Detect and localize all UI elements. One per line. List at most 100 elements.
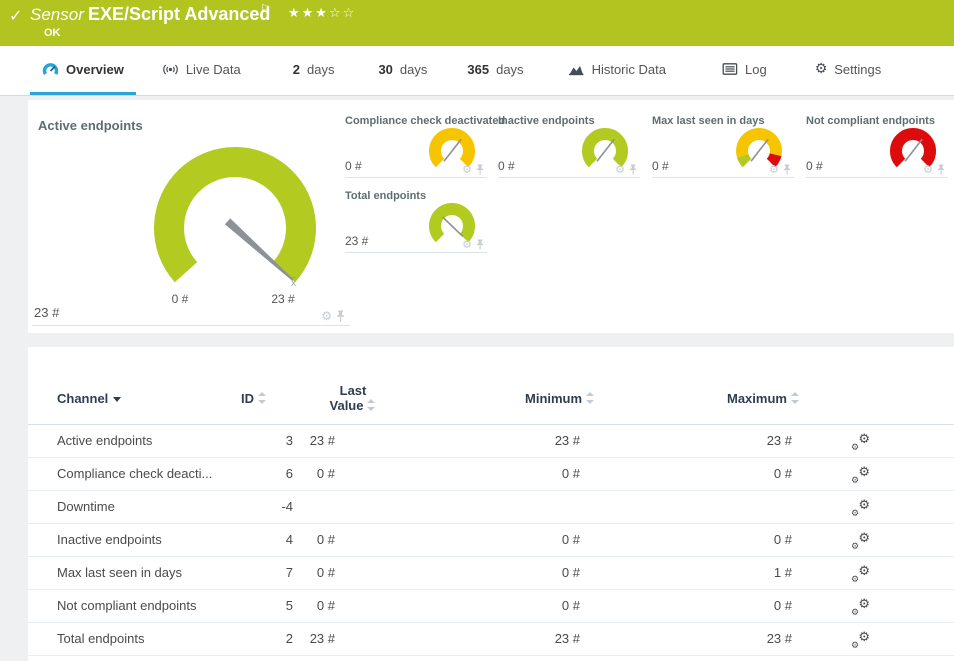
pin-icon[interactable] xyxy=(475,239,485,250)
channel-settings-icon[interactable]: ⚙⚙ xyxy=(851,499,870,519)
tab-label: days xyxy=(496,62,523,77)
flag-icon[interactable]: ⚐ xyxy=(260,2,271,16)
column-label: Maximum xyxy=(727,391,787,406)
channel-name-cell: Max last seen in days xyxy=(57,565,182,580)
gauge-card-compliance-check-deactivated: Compliance check deactivated 0 # ⚙ xyxy=(345,115,487,178)
last-value-cell: 0 # xyxy=(317,598,335,613)
channel-settings-icon[interactable]: ⚙⚙ xyxy=(851,532,870,552)
channel-settings-icon[interactable]: ⚙⚙ xyxy=(851,598,870,618)
pin-icon[interactable] xyxy=(335,310,346,322)
column-header-channel[interactable]: Channel xyxy=(57,391,121,406)
channel-id-cell: 7 xyxy=(286,565,293,580)
tab-label: Settings xyxy=(834,62,881,77)
tab-label: days xyxy=(307,62,334,77)
gauge-scale-max: 23 # xyxy=(253,292,313,306)
ok-check-icon: ✓ xyxy=(9,6,22,26)
column-header-maximum[interactable]: Maximum xyxy=(727,391,800,406)
tab-log[interactable]: Log xyxy=(710,46,779,95)
maximum-cell: 0 # xyxy=(774,466,792,481)
gear-icon: ⚙ xyxy=(858,466,870,479)
table-row: Not compliant endpoints 5 0 # 0 # 0 # ⚙⚙ xyxy=(28,590,954,623)
log-icon xyxy=(722,62,738,76)
tab-number: 30 xyxy=(378,62,392,77)
channel-name-cell: Total endpoints xyxy=(57,631,144,646)
priority-stars[interactable]: ★★★☆☆ xyxy=(288,6,356,21)
last-value-cell: 23 # xyxy=(310,433,335,448)
table-row: Total endpoints 2 23 # 23 # 23 # ⚙⚙ xyxy=(28,623,954,656)
pin-icon[interactable] xyxy=(936,164,946,175)
gauge-value: 23 # xyxy=(34,305,59,320)
column-header-last-value[interactable]: Last Value xyxy=(323,383,383,413)
maximum-cell: 1 # xyxy=(774,565,792,580)
sort-icon[interactable] xyxy=(258,392,267,404)
maximum-cell: 0 # xyxy=(774,532,792,547)
last-value-cell: 0 # xyxy=(317,466,335,481)
sensor-status-bar: ✓ Sensor EXE/Script Advanced ⚐ ★★★☆☆ OK xyxy=(0,0,954,46)
pin-icon[interactable] xyxy=(782,164,792,175)
tab-bar: Overview Live Data 2 days 30 days 365 da… xyxy=(0,46,954,96)
gear-icon[interactable]: ⚙ xyxy=(462,164,472,175)
gear-icon: ⚙ xyxy=(858,433,870,446)
table-row: Inactive endpoints 4 0 # 0 # 0 # ⚙⚙ xyxy=(28,524,954,557)
column-header-id[interactable]: ID xyxy=(241,391,267,406)
channel-name-cell: Compliance check deacti... xyxy=(57,466,212,481)
channel-id-cell: 4 xyxy=(286,532,293,547)
gear-icon[interactable]: ⚙ xyxy=(769,164,779,175)
tab-label: days xyxy=(400,62,427,77)
gear-icon[interactable]: ⚙ xyxy=(615,164,625,175)
tab-365-days[interactable]: 365 days xyxy=(455,46,535,95)
channel-id-cell: 6 xyxy=(286,466,293,481)
tab-2-days[interactable]: 2 days xyxy=(281,46,347,95)
column-header-minimum[interactable]: Minimum xyxy=(525,391,595,406)
column-label: Last Value xyxy=(330,383,367,413)
sort-icon[interactable] xyxy=(791,392,800,404)
gear-icon[interactable]: ⚙ xyxy=(321,310,332,322)
gear-icon: ⚙ xyxy=(858,565,870,578)
sort-icon[interactable] xyxy=(586,392,595,404)
gauge-value: 23 # xyxy=(345,234,368,248)
tab-number: 365 xyxy=(467,62,489,77)
broadcast-icon xyxy=(162,62,179,77)
channels-table: Channel ID Last Value Minimum Maximum Ac… xyxy=(28,347,954,661)
channel-name-cell: Inactive endpoints xyxy=(57,532,162,547)
tab-settings[interactable]: ⚙ Settings xyxy=(803,46,894,95)
tab-overview[interactable]: Overview xyxy=(30,46,136,95)
last-value-cell: 0 # xyxy=(317,532,335,547)
gauge-card-inactive-endpoints: Inactive endpoints 0 # ⚙ xyxy=(498,115,640,178)
pin-icon[interactable] xyxy=(475,164,485,175)
channel-settings-icon[interactable]: ⚙⚙ xyxy=(851,433,870,453)
tab-label: Historic Data xyxy=(592,62,666,77)
minimum-cell: 0 # xyxy=(562,598,580,613)
channel-settings-icon[interactable]: ⚙⚙ xyxy=(851,631,870,651)
gauge-card-total-endpoints: Total endpoints 23 # ⚙ xyxy=(345,190,487,253)
sensor-page: ✓ Sensor EXE/Script Advanced ⚐ ★★★☆☆ OK … xyxy=(0,0,954,661)
last-value-cell: 23 # xyxy=(310,631,335,646)
gear-icon: ⚙ xyxy=(858,631,870,644)
maximum-cell: 23 # xyxy=(767,631,792,646)
gauge-card-not-compliant-endpoints: Not compliant endpoints 0 # ⚙ xyxy=(806,115,948,178)
pin-icon[interactable] xyxy=(628,164,638,175)
gauge-icon xyxy=(42,62,59,77)
column-label: Minimum xyxy=(525,391,582,406)
caret-down-icon xyxy=(113,397,121,402)
gauge-dial xyxy=(140,144,330,296)
gauge-title: Total endpoints xyxy=(345,190,426,202)
gear-icon[interactable]: ⚙ xyxy=(462,239,472,250)
minimum-cell: 0 # xyxy=(562,466,580,481)
channel-settings-icon[interactable]: ⚙⚙ xyxy=(851,466,870,486)
sort-icon[interactable] xyxy=(367,399,376,411)
last-value-cell: 0 # xyxy=(317,565,335,580)
tab-live-data[interactable]: Live Data xyxy=(150,46,253,95)
gauge-value: 0 # xyxy=(498,159,515,173)
minimum-cell: 23 # xyxy=(555,631,580,646)
gear-icon[interactable]: ⚙ xyxy=(923,164,933,175)
channel-name-cell: Downtime xyxy=(57,499,115,514)
tab-30-days[interactable]: 30 days xyxy=(366,46,439,95)
table-row: Downtime -4 ⚙⚙ xyxy=(28,491,954,524)
channel-settings-icon[interactable]: ⚙⚙ xyxy=(851,565,870,585)
tab-historic-data[interactable]: Historic Data xyxy=(556,46,678,95)
minimum-cell: 23 # xyxy=(555,433,580,448)
gauge-card-active-endpoints: Active endpoints 0 # 23 # x 23 # ⚙ xyxy=(32,114,350,326)
gauge-title: Active endpoints xyxy=(38,118,143,133)
column-label: Channel xyxy=(57,391,108,406)
